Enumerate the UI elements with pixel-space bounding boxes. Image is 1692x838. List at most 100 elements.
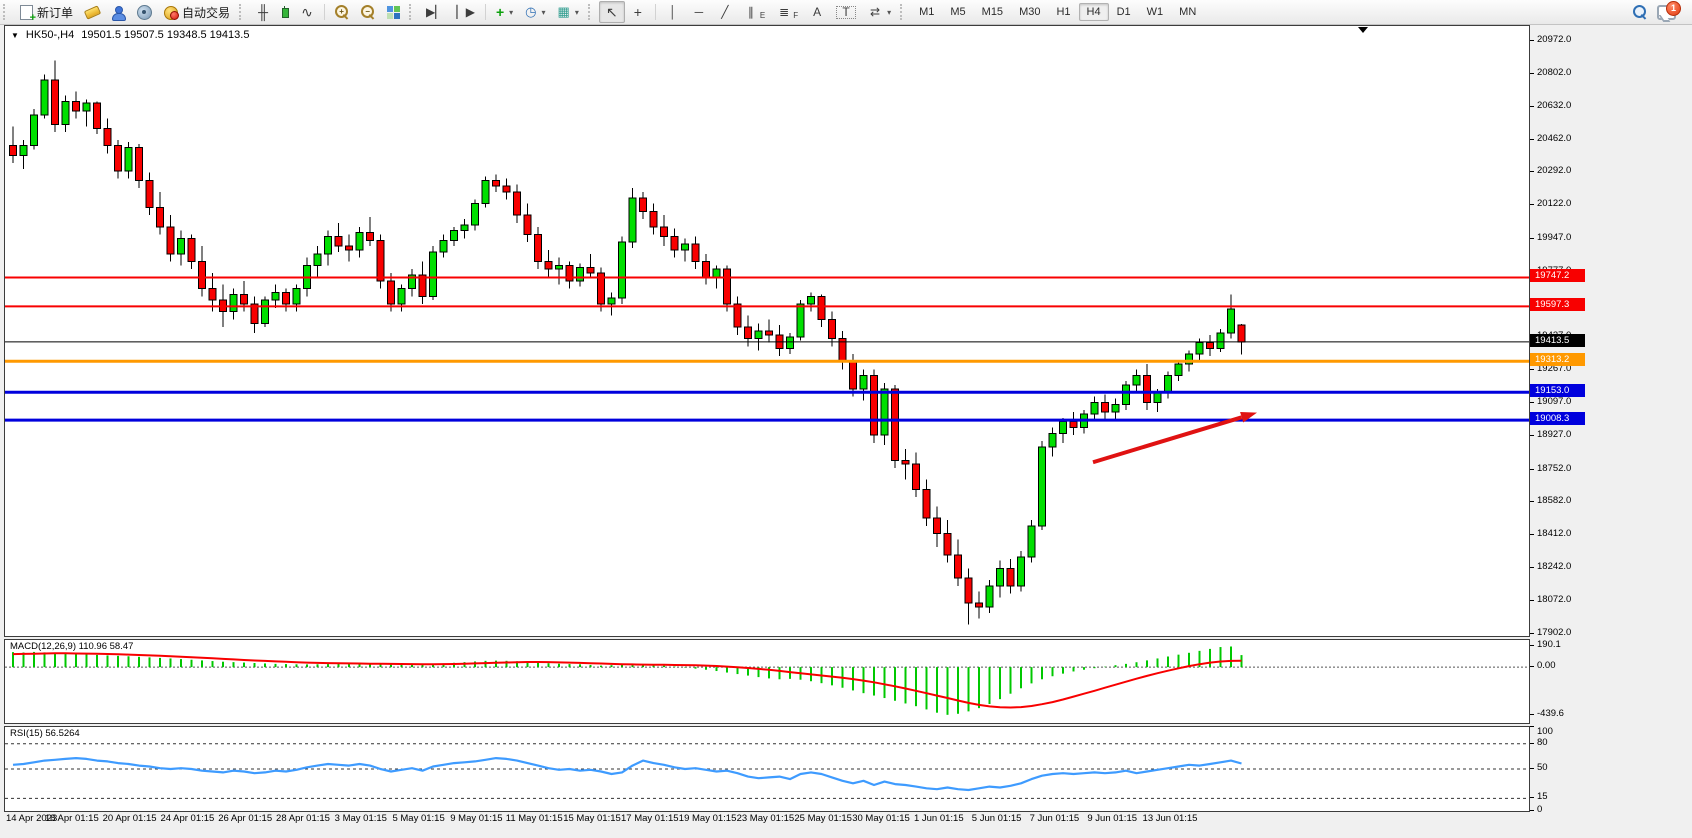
rsi-label: RSI(15) 56.5264 (10, 728, 80, 739)
price-tick-mark (1530, 369, 1534, 370)
clock-icon: ◷ (525, 4, 536, 20)
candlestick-chart-button[interactable] (276, 1, 294, 23)
crosshair-tool-button[interactable]: + (625, 1, 651, 23)
price-axis[interactable]: 20972.020802.020632.020462.020292.020122… (1530, 25, 1692, 826)
arrows-tool-icon: ⇄ (868, 5, 882, 19)
chat-icon[interactable]: 1 (1657, 5, 1676, 20)
chart-title: ▼ HK50-,H4 19501.5 19507.5 19348.5 19413… (11, 29, 249, 41)
price-level-tag: 19747.2 (1530, 269, 1585, 282)
toolbar-grip (239, 4, 246, 20)
timeframe-w1[interactable]: W1 (1139, 3, 1172, 21)
date-label: 18 Apr 01:15 (45, 813, 99, 824)
date-label: 13 Jun 01:15 (1143, 813, 1198, 824)
rsi-chart[interactable] (5, 727, 1529, 811)
price-tick-label: 18072.0 (1537, 595, 1571, 605)
date-label: 9 May 01:15 (450, 813, 502, 824)
zoom-in-button[interactable]: + (329, 1, 355, 23)
market-watch-button[interactable] (79, 1, 106, 23)
toolbar-grip (409, 4, 416, 20)
price-tick-mark (1530, 238, 1534, 239)
bar-chart-button[interactable]: ╫ (250, 1, 276, 23)
price-tick-mark (1530, 73, 1534, 74)
toolbar-separator (485, 4, 486, 20)
chart-shift-button[interactable]: ▏▶ (451, 1, 481, 23)
zoom-out-icon: − (361, 5, 375, 19)
candlestick-chart[interactable] (5, 26, 1529, 636)
date-label: 5 May 01:15 (392, 813, 444, 824)
chart-ohlc-values: 19501.5 19507.5 19348.5 19413.5 (81, 29, 249, 41)
line-chart-icon: ∿ (300, 5, 314, 19)
fibonacci-tool-button[interactable]: ≣F (771, 1, 804, 23)
date-label: 20 Apr 01:15 (103, 813, 157, 824)
date-label: 26 Apr 01:15 (218, 813, 272, 824)
price-tick-mark (1530, 171, 1534, 172)
rsi-tick-label: 100 (1537, 727, 1553, 737)
macd-pane[interactable]: MACD(12,26,9) 110.96 58.47 (4, 639, 1530, 724)
price-level-tag: 19313.2 (1530, 353, 1585, 366)
periods-button[interactable]: ◷▾ (519, 1, 551, 23)
chart-shift-icon: ▏▶ (457, 5, 475, 19)
timeframe-h4[interactable]: H4 (1079, 3, 1109, 21)
profile-button[interactable] (106, 1, 131, 23)
timeframe-m1[interactable]: M1 (911, 3, 942, 21)
price-tick-mark (1530, 600, 1534, 601)
price-tick-label: 20632.0 (1537, 101, 1571, 111)
macd-tick-mark (1530, 666, 1534, 667)
auto-scroll-button[interactable]: ▶▏ (420, 1, 450, 23)
zoom-out-button[interactable]: − (355, 1, 381, 23)
date-label: 23 May 01:15 (737, 813, 795, 824)
timeframe-d1[interactable]: D1 (1109, 3, 1139, 21)
rsi-pane[interactable]: RSI(15) 56.5264 (4, 726, 1530, 812)
text-tool-button[interactable]: A (804, 1, 830, 23)
label-tool-button[interactable]: T (830, 1, 862, 23)
timeframe-m15[interactable]: M15 (974, 3, 1011, 21)
timeframe-h1[interactable]: H1 (1048, 3, 1078, 21)
auto-trading-button[interactable]: 自动交易 (158, 1, 236, 23)
vertical-line-tool-button[interactable]: │ (660, 1, 686, 23)
cursor-tool-button[interactable]: ↖ (599, 1, 625, 23)
chevron-down-icon: ▾ (542, 8, 546, 17)
timeframe-mn[interactable]: MN (1171, 3, 1204, 21)
line-chart-button[interactable]: ∿ (294, 1, 320, 23)
main-chart-pane[interactable]: ▼ HK50-,H4 19501.5 19507.5 19348.5 19413… (4, 25, 1530, 637)
price-tick-label: 20972.0 (1537, 35, 1571, 45)
timeframe-m5[interactable]: M5 (942, 3, 973, 21)
price-tick-mark (1530, 40, 1534, 41)
chevron-down-icon[interactable]: ▼ (11, 31, 19, 40)
price-tick-label: 20462.0 (1537, 134, 1571, 144)
price-level-tag: 19597.3 (1530, 298, 1585, 311)
label-tool-icon: T (836, 6, 856, 19)
price-level-tag: 19413.5 (1530, 334, 1585, 347)
price-tick-label: 18752.0 (1537, 464, 1571, 474)
template-icon: ▦ (558, 4, 570, 20)
zoom-in-icon: + (335, 5, 349, 19)
price-tick-mark (1530, 534, 1534, 535)
text-tool-icon: A (810, 5, 824, 19)
signals-button[interactable] (131, 1, 158, 23)
toolbar-grip (3, 4, 10, 20)
price-tick-mark (1530, 402, 1534, 403)
new-order-button[interactable]: + 新订单 (14, 1, 79, 23)
rsi-tick-label: 0 (1537, 805, 1542, 815)
price-tick-label: 18927.0 (1537, 430, 1571, 440)
price-tick-label: 19097.0 (1537, 397, 1571, 407)
new-order-icon: + (20, 5, 33, 20)
person-icon (112, 6, 125, 19)
search-icon[interactable] (1633, 5, 1647, 19)
trendline-tool-button[interactable]: ╱ (712, 1, 738, 23)
tile-windows-button[interactable] (381, 1, 406, 23)
date-label: 11 May 01:15 (506, 813, 563, 824)
tile-windows-icon (387, 6, 400, 19)
date-axis[interactable]: 14 Apr 202318 Apr 01:1520 Apr 01:1524 Ap… (4, 811, 1528, 827)
templates-button[interactable]: ▦▾ (552, 1, 585, 23)
horizontal-line-tool-button[interactable]: ─ (686, 1, 712, 23)
date-label: 1 Jun 01:15 (914, 813, 964, 824)
macd-chart[interactable] (5, 640, 1529, 723)
date-label: 25 May 01:15 (794, 813, 852, 824)
channel-tool-button[interactable]: ∥E (738, 1, 771, 23)
price-tick-label: 18242.0 (1537, 562, 1571, 572)
timeframe-m30[interactable]: M30 (1011, 3, 1048, 21)
indicators-icon: + (496, 4, 504, 20)
indicators-button[interactable]: +▾ (490, 1, 519, 23)
arrows-tool-button[interactable]: ⇄▾ (862, 1, 897, 23)
